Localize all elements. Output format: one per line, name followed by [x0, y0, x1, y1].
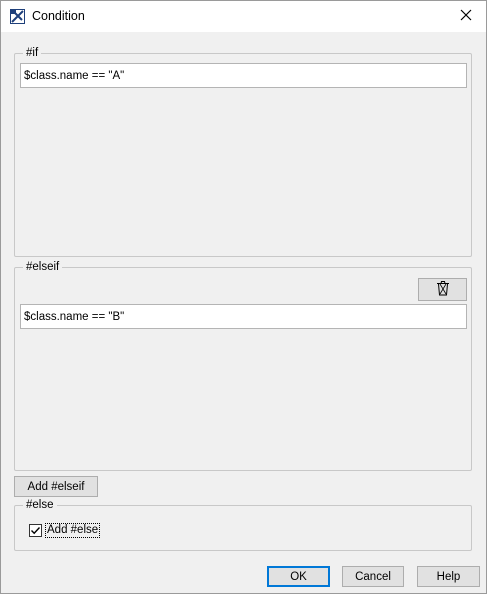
close-icon: [460, 9, 472, 24]
delete-elseif-button[interactable]: [418, 278, 467, 301]
app-icon: [10, 9, 25, 24]
checkmark-icon: [31, 527, 41, 535]
title-bar: Condition: [1, 1, 486, 32]
elseif-legend: #elseif: [23, 260, 63, 274]
close-button[interactable]: [446, 1, 486, 32]
dialog-title: Condition: [32, 9, 85, 23]
trash-icon: [435, 280, 451, 299]
help-button[interactable]: Help: [417, 566, 480, 587]
elseif-expression-input[interactable]: [20, 304, 467, 329]
add-else-checkbox[interactable]: [29, 524, 42, 537]
elseif-group: #elseif: [14, 260, 472, 471]
if-expression-input[interactable]: [20, 63, 467, 88]
ok-button[interactable]: OK: [267, 566, 330, 587]
if-legend: #if: [23, 46, 42, 60]
else-legend: #else: [23, 498, 57, 512]
add-else-checkbox-row[interactable]: Add #else: [29, 523, 101, 538]
add-else-label[interactable]: Add #else: [45, 523, 101, 538]
condition-dialog: Condition #if #elseif Add #elseif: [0, 0, 487, 594]
cancel-button[interactable]: Cancel: [342, 566, 404, 587]
add-elseif-button[interactable]: Add #elseif: [14, 476, 98, 497]
